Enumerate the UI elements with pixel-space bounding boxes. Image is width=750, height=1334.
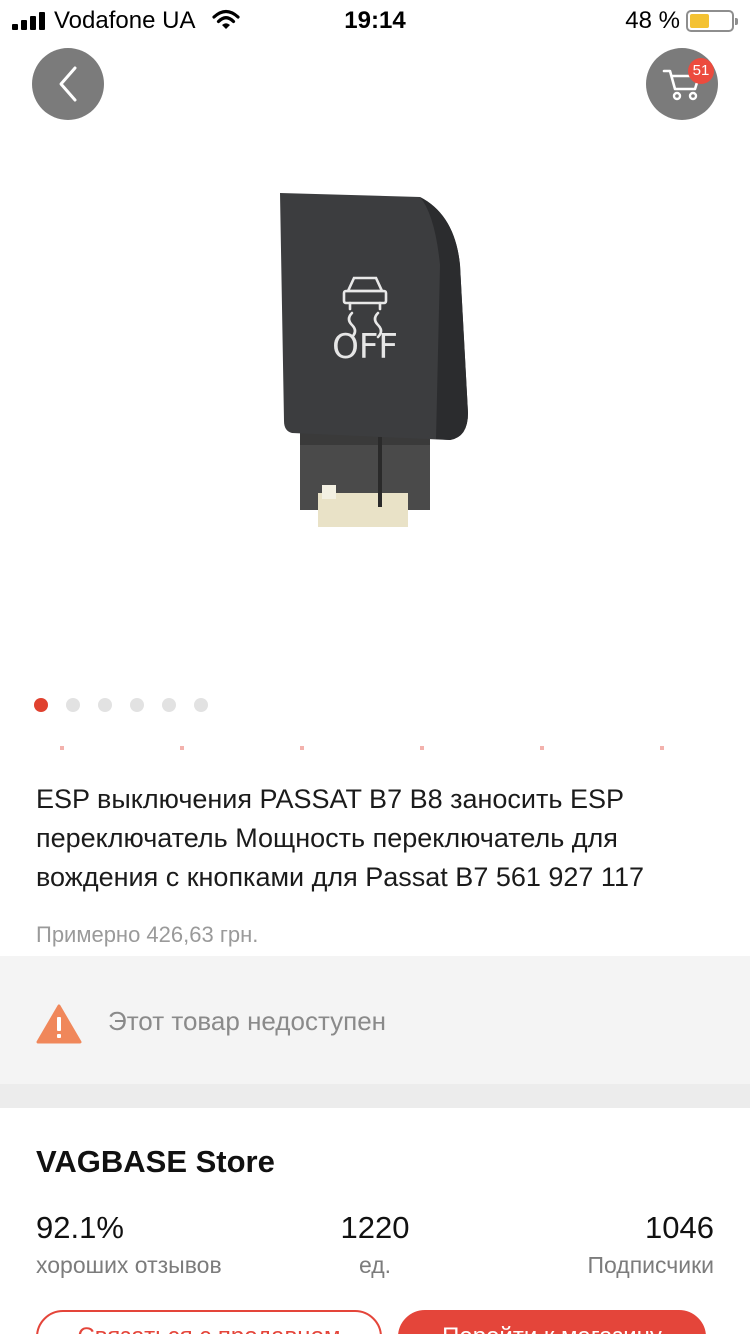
unavailable-notice: Этот товар недоступен bbox=[0, 956, 750, 1084]
go-to-store-button[interactable]: Перейти к магазину bbox=[398, 1310, 706, 1334]
contact-seller-button[interactable]: Связаться с продавцом bbox=[36, 1310, 382, 1334]
gallery-divider bbox=[0, 746, 750, 750]
product-price: Примерно 426,63 грн. bbox=[36, 922, 259, 947]
product-title: ESP выключения PASSAT B7 B8 заносить ESP… bbox=[36, 784, 644, 892]
warning-icon bbox=[36, 1004, 82, 1044]
stat-value: 1220 bbox=[340, 1210, 410, 1245]
unavailable-text: Этот товар недоступен bbox=[108, 1006, 387, 1036]
pagination-dot[interactable] bbox=[162, 698, 176, 712]
stat-value: 1046 bbox=[645, 1210, 714, 1245]
back-button[interactable] bbox=[32, 48, 104, 120]
pagination-dot[interactable] bbox=[130, 698, 144, 712]
battery-level bbox=[690, 14, 710, 28]
stat-label: Подписчики bbox=[587, 1252, 714, 1278]
store-stat-followers: 1046 Подписчики bbox=[587, 1210, 714, 1279]
cart-count-badge: 51 bbox=[688, 58, 714, 84]
store-stat-items: 1220 ед. bbox=[300, 1210, 450, 1279]
store-stat-feedback: 92.1% хороших отзывов bbox=[36, 1210, 222, 1279]
pagination-dot-active[interactable] bbox=[34, 698, 48, 712]
stat-label: ед. bbox=[358, 1252, 392, 1278]
cart-button[interactable]: 51 bbox=[646, 48, 718, 120]
store-card: VAGBASE Store 92.1% хороших отзывов 1220… bbox=[0, 1108, 750, 1334]
battery-percentage: 48 % bbox=[625, 7, 680, 34]
product-gallery[interactable]: OFF bbox=[0, 0, 750, 750]
off-label: OFF bbox=[332, 327, 398, 367]
gallery-pagination bbox=[34, 698, 208, 712]
store-name[interactable]: VAGBASE Store bbox=[36, 1144, 275, 1180]
stat-label: хороших отзывов bbox=[36, 1252, 222, 1278]
product-image: OFF bbox=[280, 193, 468, 527]
pagination-dot[interactable] bbox=[194, 698, 208, 712]
pagination-dot[interactable] bbox=[66, 698, 80, 712]
chevron-left-icon bbox=[59, 66, 77, 102]
status-bar: Vodafone UA 19:14 48 % bbox=[0, 0, 750, 40]
section-divider bbox=[0, 1084, 750, 1108]
battery-icon bbox=[686, 10, 738, 32]
pagination-dot[interactable] bbox=[98, 698, 112, 712]
stat-value: 92.1% bbox=[36, 1210, 124, 1245]
